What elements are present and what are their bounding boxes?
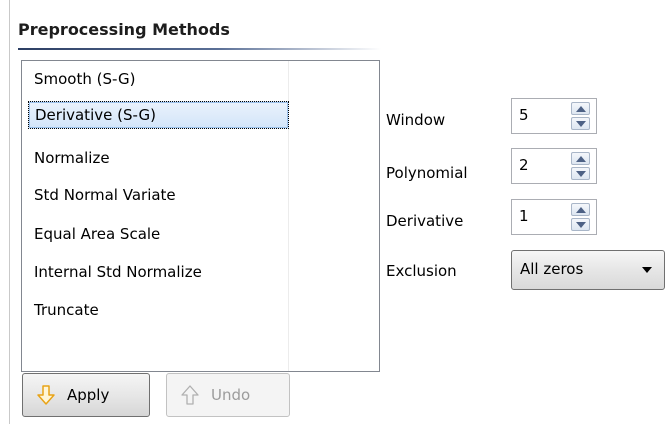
list-item-snv[interactable]: Std Normal Variate — [28, 181, 176, 209]
list-item-internal-std-normalize[interactable]: Internal Std Normalize — [28, 258, 202, 286]
list-item-smooth[interactable]: Smooth (S-G) — [28, 65, 135, 93]
arrow-up-icon — [181, 385, 199, 405]
window-decrement-button[interactable] — [571, 117, 590, 130]
arrow-down-icon — [37, 385, 55, 405]
caret-up-icon — [576, 106, 586, 112]
window-value[interactable]: 5 — [519, 105, 529, 125]
caret-up-icon — [576, 207, 586, 213]
undo-button[interactable]: Undo — [166, 373, 290, 417]
exclusion-dropdown[interactable]: All zeros — [511, 250, 665, 290]
derivative-increment-button[interactable] — [571, 203, 590, 216]
derivative-label: Derivative — [386, 212, 464, 230]
list-item-derivative[interactable]: Derivative (S-G) — [28, 101, 289, 129]
caret-down-icon — [576, 222, 586, 228]
derivative-value[interactable]: 1 — [519, 206, 529, 226]
derivative-decrement-button[interactable] — [571, 218, 590, 231]
polynomial-spinner[interactable]: 2 — [511, 148, 597, 184]
list-item-equal-area-scale[interactable]: Equal Area Scale — [28, 220, 160, 248]
derivative-spinner[interactable]: 1 — [511, 199, 597, 235]
caret-down-icon — [576, 171, 586, 177]
preprocessing-panel: Preprocessing Methods Smooth (S-G) Deriv… — [0, 0, 671, 424]
exclusion-value[interactable]: All zeros — [520, 260, 583, 278]
apply-label: Apply — [67, 386, 110, 404]
undo-label: Undo — [211, 386, 251, 404]
window-label: Window — [386, 111, 446, 129]
polynomial-label: Polynomial — [386, 164, 468, 182]
methods-list[interactable]: Smooth (S-G) Derivative (S-G) Normalize … — [21, 60, 380, 372]
panel-frame-border — [0, 0, 10, 424]
list-item-normalize[interactable]: Normalize — [28, 144, 110, 172]
window-increment-button[interactable] — [571, 102, 590, 115]
list-item-truncate[interactable]: Truncate — [28, 296, 99, 324]
polynomial-increment-button[interactable] — [571, 152, 590, 165]
chevron-down-icon — [642, 267, 652, 273]
caret-up-icon — [576, 156, 586, 162]
polynomial-decrement-button[interactable] — [571, 167, 590, 180]
caret-down-icon — [576, 121, 586, 127]
exclusion-label: Exclusion — [386, 262, 457, 280]
window-spinner[interactable]: 5 — [511, 98, 597, 134]
group-title: Preprocessing Methods — [18, 20, 230, 39]
title-divider — [18, 48, 381, 50]
polynomial-value[interactable]: 2 — [519, 155, 529, 175]
apply-button[interactable]: Apply — [22, 373, 150, 417]
